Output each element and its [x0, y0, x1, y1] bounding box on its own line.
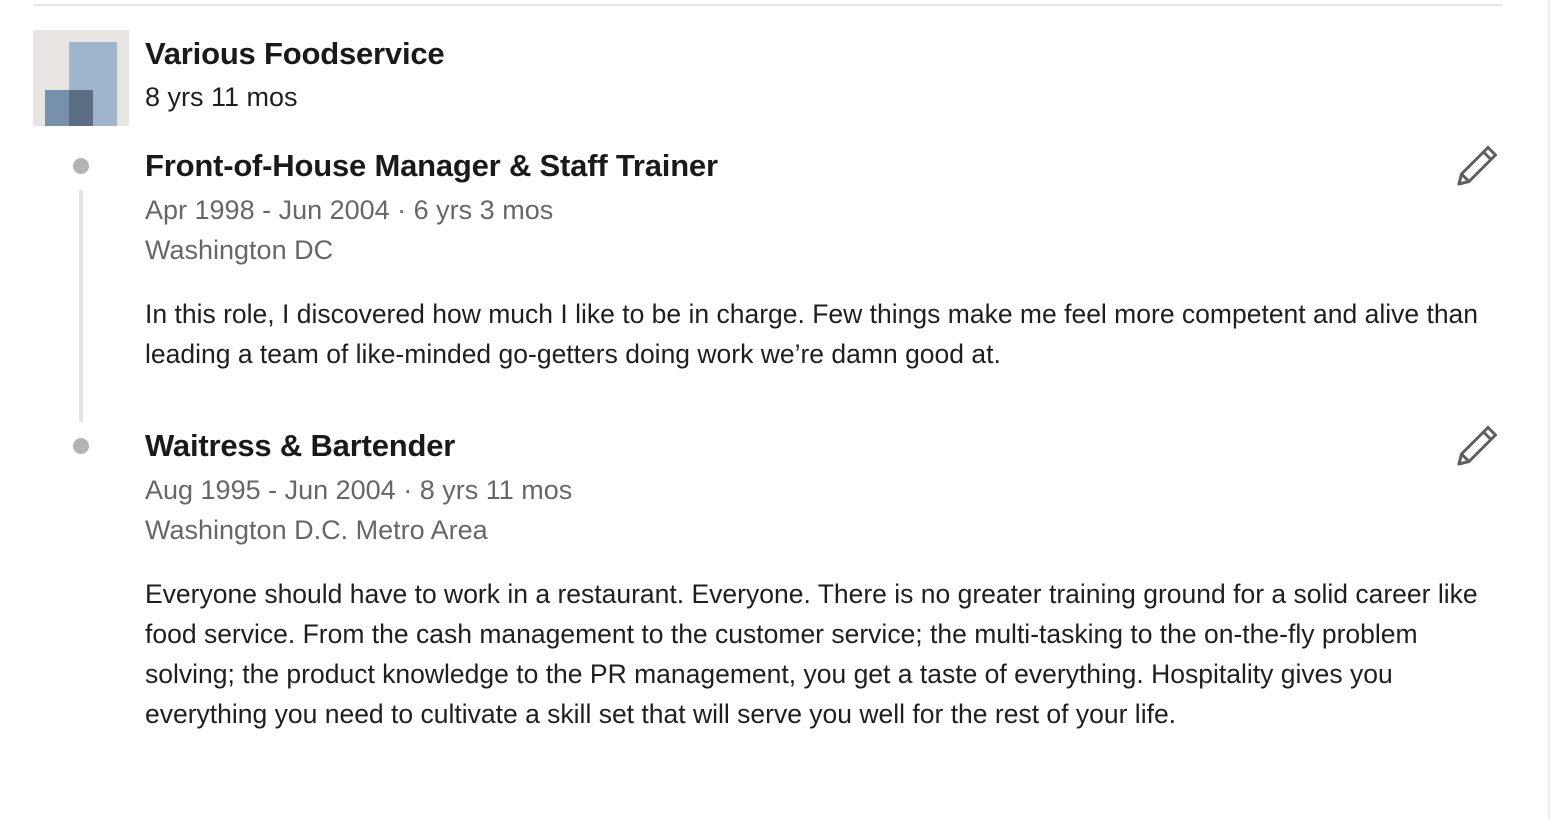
- logo-shape-overlap: [69, 90, 93, 126]
- pencil-icon[interactable]: [1455, 424, 1499, 468]
- position-description: In this role, I discovered how much I li…: [145, 299, 1479, 369]
- position-title: Waitress & Bartender: [145, 428, 456, 463]
- position-location: Washington D.C. Metro Area: [145, 515, 488, 545]
- section-divider: [34, 4, 1502, 6]
- pencil-icon[interactable]: [1455, 144, 1499, 188]
- timeline-dot: [73, 158, 89, 174]
- company-name[interactable]: Various Foodservice: [145, 36, 445, 72]
- timeline-dot: [73, 438, 89, 454]
- position-dates: Aug 1995 - Jun 2004 · 8 yrs 11 mos: [145, 475, 573, 505]
- company-logo[interactable]: [33, 30, 129, 126]
- position-description: Everyone should have to work in a restau…: [145, 579, 1478, 729]
- timeline-line: [79, 190, 83, 422]
- position-location: Washington DC: [145, 235, 334, 265]
- position-title: Front-of-House Manager & Staff Trainer: [145, 148, 718, 183]
- company-duration: 8 yrs 11 mos: [145, 82, 298, 112]
- position-dates: Apr 1998 - Jun 2004 · 6 yrs 3 mos: [145, 195, 554, 225]
- panel-edge: [1548, 0, 1550, 820]
